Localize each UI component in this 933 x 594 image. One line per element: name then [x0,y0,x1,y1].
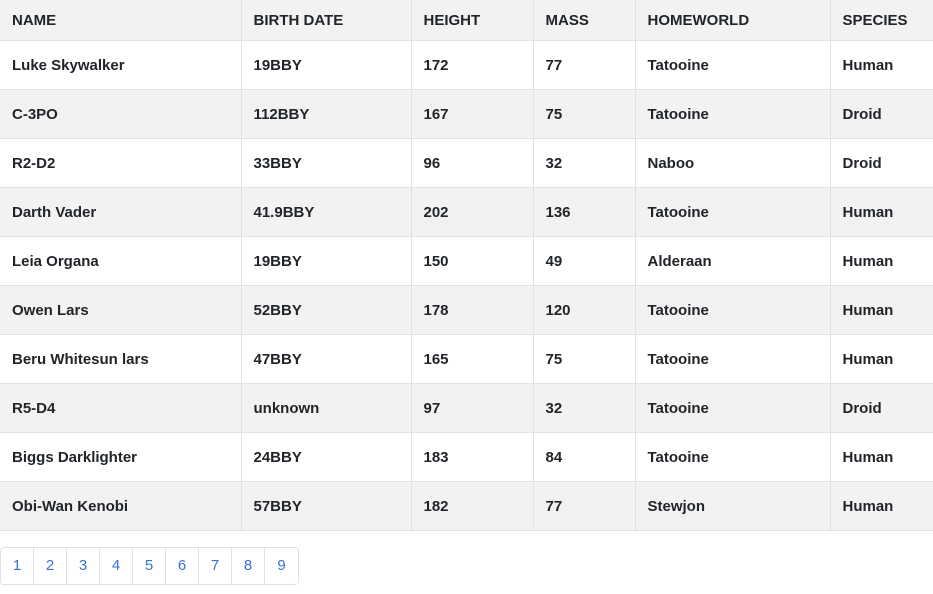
cell-height: 202 [411,187,534,237]
table-body: Luke Skywalker 19BBY 172 77 Tatooine Hum… [0,40,933,531]
cell-species: Human [830,187,933,237]
cell-name: Biggs Darklighter [0,432,242,482]
page-link-9[interactable]: 9 [265,548,298,584]
cell-homeworld: Alderaan [635,236,831,286]
page-link-5[interactable]: 5 [133,548,166,584]
table-row: R2-D2 33BBY 96 32 Naboo Droid [0,138,933,188]
cell-mass: 32 [533,138,636,188]
cell-height: 178 [411,285,534,335]
cell-homeworld: Tatooine [635,334,831,384]
table-row: Obi-Wan Kenobi 57BBY 182 77 Stewjon Huma… [0,481,933,531]
cell-name: R5-D4 [0,383,242,433]
cell-species: Droid [830,138,933,188]
table-header: NAME BIRTH DATE HEIGHT MASS HOMEWORLD SP… [0,0,933,41]
page-link-6[interactable]: 6 [166,548,199,584]
cell-mass: 120 [533,285,636,335]
table-row: R5-D4 unknown 97 32 Tatooine Droid [0,383,933,433]
cell-height: 167 [411,89,534,139]
column-header-name[interactable]: NAME [0,0,242,41]
cell-birth-date: 19BBY [241,40,412,90]
cell-height: 150 [411,236,534,286]
cell-name: Leia Organa [0,236,242,286]
cell-birth-date: 24BBY [241,432,412,482]
cell-species: Human [830,481,933,531]
cell-birth-date: 47BBY [241,334,412,384]
cell-mass: 77 [533,481,636,531]
cell-mass: 136 [533,187,636,237]
cell-mass: 84 [533,432,636,482]
page-link-4[interactable]: 4 [100,548,133,584]
cell-name: C-3PO [0,89,242,139]
cell-name: Owen Lars [0,285,242,335]
cell-homeworld: Tatooine [635,285,831,335]
cell-homeworld: Tatooine [635,383,831,433]
cell-birth-date: unknown [241,383,412,433]
page-link-1[interactable]: 1 [1,548,34,584]
cell-mass: 49 [533,236,636,286]
table-row: Luke Skywalker 19BBY 172 77 Tatooine Hum… [0,40,933,90]
table-row: Biggs Darklighter 24BBY 183 84 Tatooine … [0,432,933,482]
cell-birth-date: 112BBY [241,89,412,139]
table-row: Darth Vader 41.9BBY 202 136 Tatooine Hum… [0,187,933,237]
column-header-mass[interactable]: MASS [533,0,636,41]
cell-species: Human [830,432,933,482]
page-link-3[interactable]: 3 [67,548,100,584]
cell-birth-date: 41.9BBY [241,187,412,237]
cell-height: 183 [411,432,534,482]
cell-mass: 75 [533,334,636,384]
cell-species: Human [830,40,933,90]
cell-birth-date: 19BBY [241,236,412,286]
cell-mass: 75 [533,89,636,139]
page-link-7[interactable]: 7 [199,548,232,584]
header-row: NAME BIRTH DATE HEIGHT MASS HOMEWORLD SP… [0,0,933,41]
table-row: C-3PO 112BBY 167 75 Tatooine Droid [0,89,933,139]
cell-species: Droid [830,383,933,433]
cell-homeworld: Tatooine [635,40,831,90]
cell-mass: 77 [533,40,636,90]
cell-mass: 32 [533,383,636,433]
cell-name: Darth Vader [0,187,242,237]
cell-birth-date: 33BBY [241,138,412,188]
cell-homeworld: Naboo [635,138,831,188]
cell-homeworld: Stewjon [635,481,831,531]
cell-homeworld: Tatooine [635,89,831,139]
table-row: Beru Whitesun lars 47BBY 165 75 Tatooine… [0,334,933,384]
cell-height: 182 [411,481,534,531]
cell-species: Human [830,285,933,335]
cell-name: R2-D2 [0,138,242,188]
characters-table: NAME BIRTH DATE HEIGHT MASS HOMEWORLD SP… [0,0,933,531]
cell-height: 97 [411,383,534,433]
column-header-homeworld[interactable]: HOMEWORLD [635,0,831,41]
column-header-birth-date[interactable]: BIRTH DATE [241,0,412,41]
cell-homeworld: Tatooine [635,432,831,482]
cell-height: 172 [411,40,534,90]
table-row: Owen Lars 52BBY 178 120 Tatooine Human [0,285,933,335]
column-header-height[interactable]: HEIGHT [411,0,534,41]
page-link-2[interactable]: 2 [34,548,67,584]
cell-species: Droid [830,89,933,139]
table-row: Leia Organa 19BBY 150 49 Alderaan Human [0,236,933,286]
cell-height: 165 [411,334,534,384]
pagination: 1 2 3 4 5 6 7 8 9 [0,547,299,585]
cell-name: Beru Whitesun lars [0,334,242,384]
cell-birth-date: 52BBY [241,285,412,335]
column-header-species[interactable]: SPECIES [830,0,933,41]
page-link-8[interactable]: 8 [232,548,265,584]
cell-species: Human [830,334,933,384]
cell-birth-date: 57BBY [241,481,412,531]
cell-homeworld: Tatooine [635,187,831,237]
cell-height: 96 [411,138,534,188]
cell-name: Luke Skywalker [0,40,242,90]
cell-species: Human [830,236,933,286]
cell-name: Obi-Wan Kenobi [0,481,242,531]
